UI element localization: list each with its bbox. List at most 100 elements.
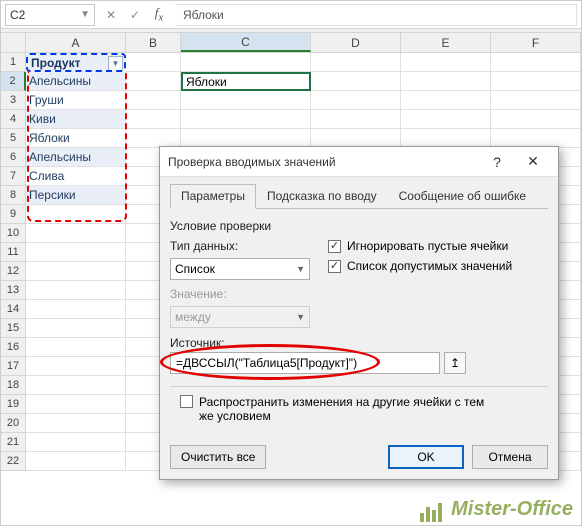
tab-error-alert[interactable]: Сообщение об ошибке [388, 184, 537, 209]
cell-A14[interactable] [26, 300, 126, 319]
cell-B3[interactable] [126, 91, 181, 110]
row-header-4[interactable]: 4 [1, 110, 26, 129]
chevron-down-icon: ▼ [296, 264, 305, 274]
col-header-E[interactable]: E [401, 33, 491, 52]
row-header-20[interactable]: 20 [1, 414, 26, 433]
validation-dropdown-button[interactable]: ▼ [310, 74, 311, 91]
cell-F4[interactable] [491, 110, 581, 129]
cell-A15[interactable] [26, 319, 126, 338]
close-button[interactable]: ✕ [516, 151, 550, 173]
cell-A19[interactable] [26, 395, 126, 414]
cell-E2[interactable] [401, 72, 491, 91]
cell-B4[interactable] [126, 110, 181, 129]
row-header-6[interactable]: 6 [1, 148, 26, 167]
row-header-19[interactable]: 19 [1, 395, 26, 414]
cell-A1[interactable]: Продукт▼ [26, 53, 126, 72]
row-header-17[interactable]: 17 [1, 357, 26, 376]
cell-A7[interactable]: Слива [26, 167, 126, 186]
row-header-3[interactable]: 3 [1, 91, 26, 110]
ok-button[interactable]: OK [388, 445, 464, 469]
cell-F1[interactable] [491, 53, 581, 72]
row-header-2[interactable]: 2 [1, 72, 26, 91]
range-picker-button[interactable]: ↥ [444, 352, 466, 374]
cell-A11[interactable] [26, 243, 126, 262]
value-combo: между ▼ [170, 306, 310, 328]
cell-A13[interactable] [26, 281, 126, 300]
data-validation-dialog: Проверка вводимых значений ? ✕ Параметры… [159, 146, 559, 480]
cell-D1[interactable] [311, 53, 401, 72]
formula-bar-input[interactable]: Яблоки [175, 4, 577, 26]
cell-C2[interactable]: Яблоки▼ [181, 72, 311, 91]
watermark-bars-icon [419, 501, 447, 523]
cancel-formula-button[interactable]: ✕ [101, 5, 121, 25]
tab-parameters[interactable]: Параметры [170, 184, 256, 209]
tab-input-message[interactable]: Подсказка по вводу [256, 184, 388, 209]
insert-function-button[interactable]: fx [149, 5, 169, 25]
cell-A12[interactable] [26, 262, 126, 281]
cell-F3[interactable] [491, 91, 581, 110]
cell-A4[interactable]: Киви [26, 110, 126, 129]
cell-A21[interactable] [26, 433, 126, 452]
row-header-22[interactable]: 22 [1, 452, 26, 471]
cell-E3[interactable] [401, 91, 491, 110]
row-header-5[interactable]: 5 [1, 129, 26, 148]
cell-A18[interactable] [26, 376, 126, 395]
cancel-button[interactable]: Отмена [472, 445, 548, 469]
name-box-text: C2 [10, 8, 25, 22]
cell-B1[interactable] [126, 53, 181, 72]
row-header-10[interactable]: 10 [1, 224, 26, 243]
filter-dropdown-button[interactable]: ▼ [108, 56, 123, 71]
name-box[interactable]: C2 ▼ [5, 4, 95, 26]
row-header-1[interactable]: 1 [1, 53, 26, 72]
checkbox-icon [180, 395, 193, 408]
source-input[interactable] [170, 352, 440, 374]
in-cell-dropdown-checkbox[interactable]: ✓ Список допустимых значений [328, 259, 548, 273]
ignore-blank-checkbox[interactable]: ✓ Игнорировать пустые ячейки [328, 239, 548, 253]
cell-C1[interactable] [181, 53, 311, 72]
help-button[interactable]: ? [480, 151, 514, 173]
row-header-11[interactable]: 11 [1, 243, 26, 262]
col-header-B[interactable]: B [126, 33, 181, 52]
row-header-15[interactable]: 15 [1, 319, 26, 338]
row-header-21[interactable]: 21 [1, 433, 26, 452]
cell-D4[interactable] [311, 110, 401, 129]
cell-A16[interactable] [26, 338, 126, 357]
select-all-corner[interactable] [1, 33, 26, 52]
cell-B2[interactable] [126, 72, 181, 91]
clear-all-button[interactable]: Очистить все [170, 445, 266, 469]
chevron-down-icon: ▼ [80, 9, 90, 20]
col-header-A[interactable]: A [26, 33, 126, 52]
cell-A10[interactable] [26, 224, 126, 243]
accept-formula-button[interactable]: ✓ [125, 5, 145, 25]
type-combo[interactable]: Список ▼ [170, 258, 310, 280]
row-header-7[interactable]: 7 [1, 167, 26, 186]
cell-A17[interactable] [26, 357, 126, 376]
chevron-down-icon: ▼ [296, 312, 305, 322]
col-header-F[interactable]: F [491, 33, 581, 52]
cell-A9[interactable] [26, 205, 126, 224]
row-header-14[interactable]: 14 [1, 300, 26, 319]
cell-E1[interactable] [401, 53, 491, 72]
cell-C3[interactable] [181, 91, 311, 110]
cell-A8[interactable]: Персики [26, 186, 126, 205]
cell-C4[interactable] [181, 110, 311, 129]
cell-E4[interactable] [401, 110, 491, 129]
row-header-9[interactable]: 9 [1, 205, 26, 224]
row-header-12[interactable]: 12 [1, 262, 26, 281]
cell-F2[interactable] [491, 72, 581, 91]
cell-A3[interactable]: Груши [26, 91, 126, 110]
cell-A5[interactable]: Яблоки [26, 129, 126, 148]
row-header-16[interactable]: 16 [1, 338, 26, 357]
propagate-checkbox[interactable]: Распространить изменения на другие ячейк… [180, 395, 548, 423]
cell-A6[interactable]: Апельсины [26, 148, 126, 167]
row-header-8[interactable]: 8 [1, 186, 26, 205]
col-header-C[interactable]: C [181, 33, 311, 52]
row-header-18[interactable]: 18 [1, 376, 26, 395]
cell-A20[interactable] [26, 414, 126, 433]
cell-D2[interactable] [311, 72, 401, 91]
cell-D3[interactable] [311, 91, 401, 110]
row-header-13[interactable]: 13 [1, 281, 26, 300]
cell-A22[interactable] [26, 452, 126, 471]
cell-A2[interactable]: Апельсины [26, 72, 126, 91]
col-header-D[interactable]: D [311, 33, 401, 52]
